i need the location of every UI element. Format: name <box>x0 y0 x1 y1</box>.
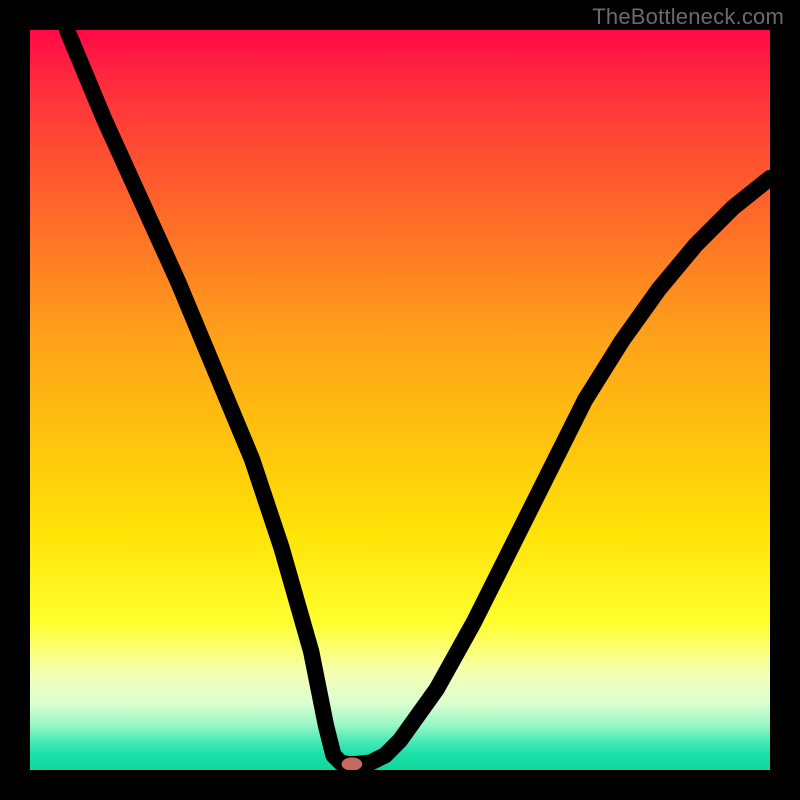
optimum-marker <box>342 757 363 770</box>
plot-area <box>30 30 770 770</box>
watermark-text: TheBottleneck.com <box>592 4 784 30</box>
chart-frame: TheBottleneck.com <box>0 0 800 800</box>
marker-layer <box>30 30 770 770</box>
